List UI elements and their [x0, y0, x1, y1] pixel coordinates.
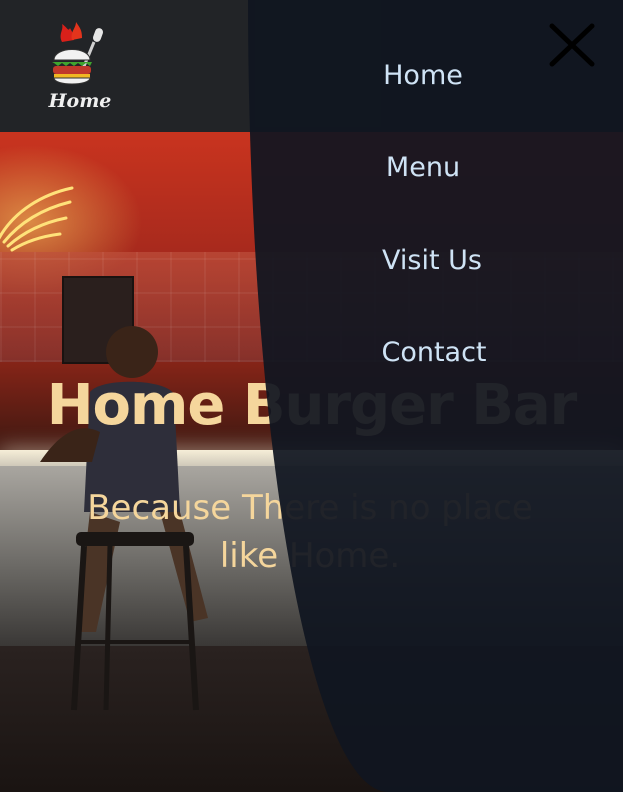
- burger-microphone-icon: [52, 22, 104, 85]
- neon-wings-icon: [0, 186, 74, 252]
- close-menu-button[interactable]: [548, 22, 596, 68]
- nav-item-visit-us[interactable]: Visit Us: [312, 245, 552, 276]
- nav-item-contact[interactable]: Contact: [314, 337, 554, 368]
- close-icon: [549, 23, 595, 67]
- nav-item-home[interactable]: Home: [303, 60, 543, 91]
- nav-item-menu[interactable]: Menu: [303, 152, 543, 183]
- logo-text: Home: [48, 90, 112, 112]
- logo-link[interactable]: Home: [40, 16, 120, 116]
